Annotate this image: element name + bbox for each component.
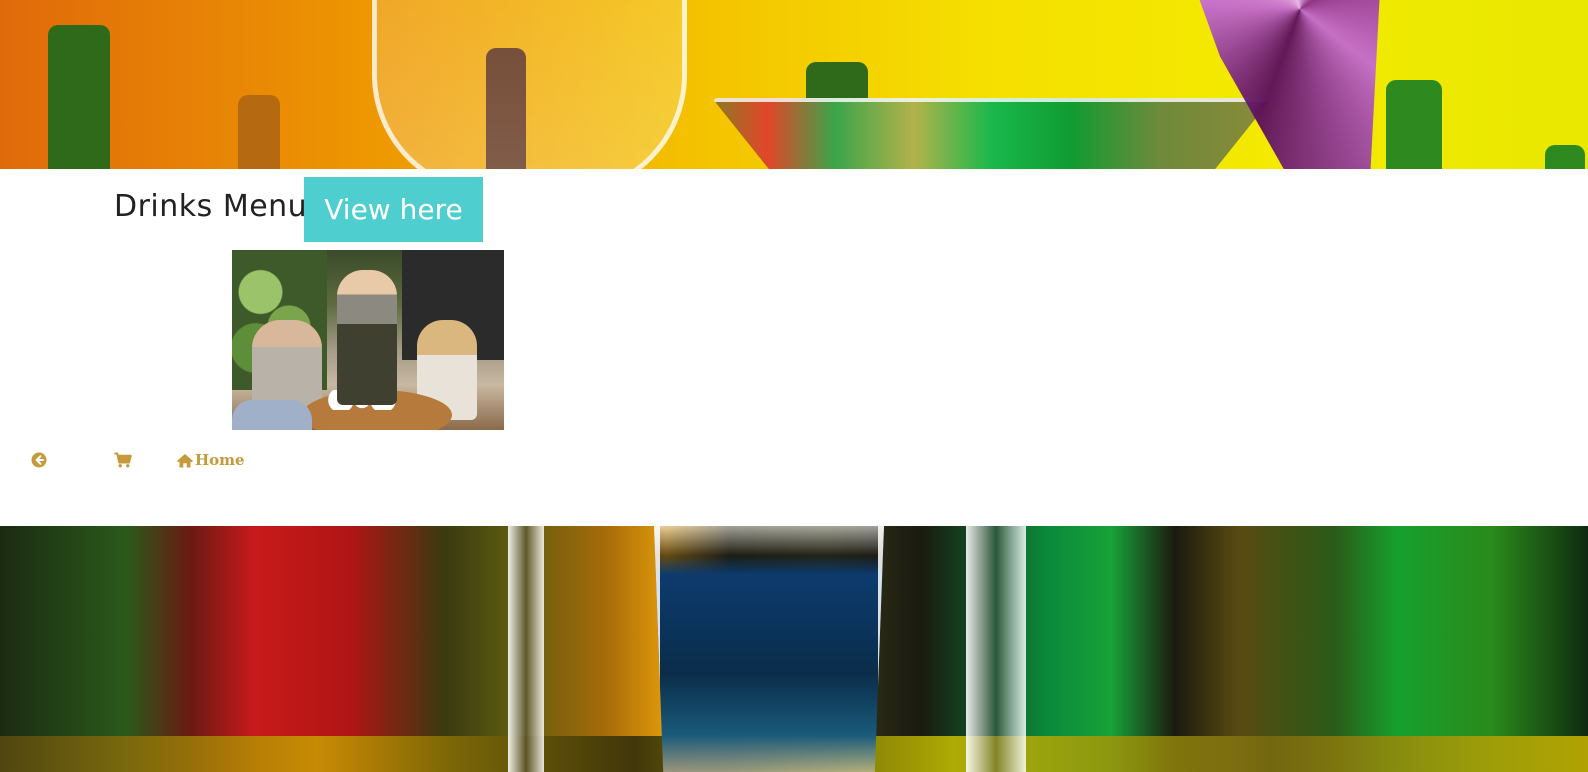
shopping-cart-icon [114, 452, 132, 468]
bottle-shape [1545, 145, 1585, 169]
home-icon [176, 453, 194, 468]
view-here-button[interactable]: View here [304, 177, 483, 242]
home-link[interactable]: Home [176, 448, 245, 472]
photo-foreground-person [232, 400, 312, 430]
bottle-shape [48, 25, 110, 169]
home-label: Home [195, 451, 245, 469]
back-link[interactable] [31, 448, 47, 472]
restaurant-photo [232, 250, 504, 430]
bottom-banner-image [0, 526, 1588, 772]
martini-glass-shape [712, 98, 1272, 169]
bottle-shape [1386, 80, 1442, 169]
wine-glass-shape [372, 0, 687, 169]
glass-stem-shape [508, 526, 544, 772]
photo-man [252, 320, 322, 410]
bottle-shape [238, 95, 280, 169]
glass-stem-shape [966, 526, 1026, 772]
arrow-circle-left-icon [31, 452, 47, 468]
bottom-nav: Home [0, 448, 600, 474]
photo-waitress [337, 270, 397, 405]
shot-glass-shape [654, 526, 884, 772]
cart-link[interactable] [114, 448, 132, 472]
top-banner-image [0, 0, 1588, 169]
drinks-menu-title: Drinks Menu [114, 189, 308, 224]
